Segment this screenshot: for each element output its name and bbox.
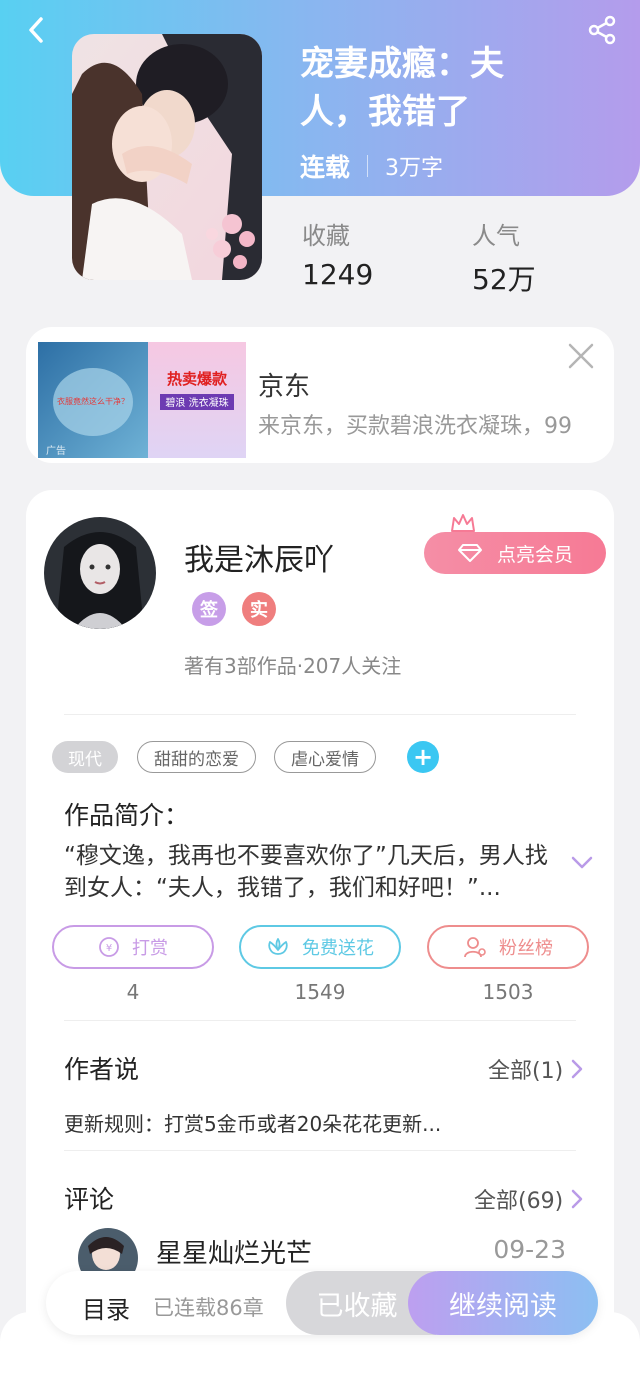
stat-value-favorites: 1249 — [302, 258, 374, 291]
author-says-all-label: 全部(1) — [488, 1059, 564, 1084]
ad-image-caption-1: 衣服竟然这么干净？ — [57, 396, 129, 406]
ad-title: 京东 — [258, 372, 311, 402]
add-tag-button[interactable]: + — [407, 741, 439, 773]
close-icon — [568, 343, 594, 369]
book-title: 宠妻成瘾：夫人，我错了 — [300, 44, 504, 132]
comment-date: 09-23 — [493, 1235, 566, 1264]
book-word-count: 3万字 — [385, 156, 444, 181]
flower-icon — [268, 938, 288, 955]
book-cover[interactable] — [72, 34, 262, 280]
author-avatar[interactable] — [44, 517, 156, 629]
book-meta: 连载 3万字 — [300, 148, 443, 184]
author-note-text: 更新规则：打赏5金币或者20朵花花更新... — [64, 1112, 442, 1136]
plus-icon: + — [412, 743, 434, 771]
commenter-name: 星星灿烂光芒 — [156, 1239, 313, 1269]
badge-signed: 签 — [192, 592, 226, 626]
ad-image-graphic: 衣服竟然这么干净？ 热卖爆款 碧浪 洗衣凝珠 广告 — [38, 342, 246, 458]
back-button[interactable] — [18, 12, 54, 48]
ad-image-caption-2: 热卖爆款 — [167, 370, 228, 388]
divider — [64, 1150, 576, 1151]
author-says-title: 作者说 — [64, 1055, 140, 1084]
table-of-contents-button[interactable]: 目录 — [82, 1290, 130, 1325]
fan-count: 1503 — [482, 980, 534, 1004]
send-flower-button[interactable]: 免费送花 — [239, 925, 401, 969]
ad-image-caption-3: 碧浪 洗衣凝珠 — [165, 396, 228, 409]
fan-ranking-button[interactable]: 粉丝榜 — [427, 925, 589, 969]
chevron-right-icon — [571, 1189, 583, 1209]
intro-title: 作品简介： — [64, 801, 190, 830]
tag-sweet-romance[interactable]: 甜甜的恋爱 — [137, 741, 256, 773]
chevron-down-icon[interactable] — [570, 855, 594, 871]
stat-value-popularity: 52万 — [472, 263, 536, 296]
send-flower-label: 免费送花 — [302, 938, 374, 959]
book-status: 连载 — [300, 153, 351, 182]
author-works-info: 著有3部作品·207人关注 — [184, 654, 402, 678]
author-name[interactable]: 我是沐辰吖 — [184, 535, 334, 579]
fan-ranking-label: 粉丝榜 — [499, 938, 553, 959]
ad-image[interactable]: 衣服竟然这么干净？ 热卖爆款 碧浪 洗衣凝珠 广告 — [38, 342, 246, 458]
continue-reading-button[interactable]: 继续阅读 — [408, 1271, 598, 1335]
vip-button-label: 点亮会员 — [496, 543, 573, 566]
divider — [64, 1020, 576, 1021]
user-icon — [464, 937, 486, 958]
flower-count: 1549 — [294, 980, 346, 1004]
meta-separator — [367, 155, 369, 177]
tip-count: 4 — [126, 980, 140, 1004]
chevron-left-icon — [29, 17, 43, 43]
badge-verified: 实 — [242, 592, 276, 626]
stat-label-favorites: 收藏 — [302, 222, 350, 250]
share-button[interactable] — [584, 12, 620, 48]
tag-modern[interactable]: 现代 — [52, 741, 118, 773]
chevron-right-icon — [571, 1059, 583, 1079]
serial-chapter-count: 已连载86章 — [153, 1296, 264, 1320]
vip-button[interactable]: 点亮会员 — [424, 532, 606, 574]
ad-close-button[interactable] — [566, 341, 596, 371]
comments-all-link[interactable]: 全部(69) — [474, 1183, 583, 1215]
stat-label-popularity: 人气 — [472, 222, 520, 250]
tag-angst-romance[interactable]: 虐心爱情 — [274, 741, 376, 773]
tip-label: 打赏 — [132, 938, 168, 959]
share-icon — [588, 15, 616, 45]
svg-text:¥: ¥ — [106, 943, 112, 954]
favorited-label: 已收藏 — [316, 1290, 398, 1322]
book-cover-image — [72, 34, 262, 280]
diamond-icon — [457, 544, 482, 562]
divider — [64, 714, 576, 715]
ad-description: 来京东，买款碧浪洗衣凝珠，99 — [258, 414, 572, 439]
author-avatar-image — [44, 517, 156, 629]
coin-icon: ¥ — [99, 937, 119, 957]
ad-label: 广告 — [46, 444, 66, 457]
intro-text: “穆文逸，我再也不要喜欢你了”几天后，男人找到女人：“夫人，我错了，我们和好吧！… — [64, 843, 548, 901]
author-says-all-link[interactable]: 全部(1) — [488, 1053, 583, 1085]
continue-reading-label: 继续阅读 — [449, 1290, 557, 1322]
comments-title: 评论 — [64, 1185, 115, 1214]
comments-all-label: 全部(69) — [474, 1189, 564, 1214]
tip-button[interactable]: ¥ 打赏 — [52, 925, 214, 969]
crown-icon — [451, 514, 475, 532]
